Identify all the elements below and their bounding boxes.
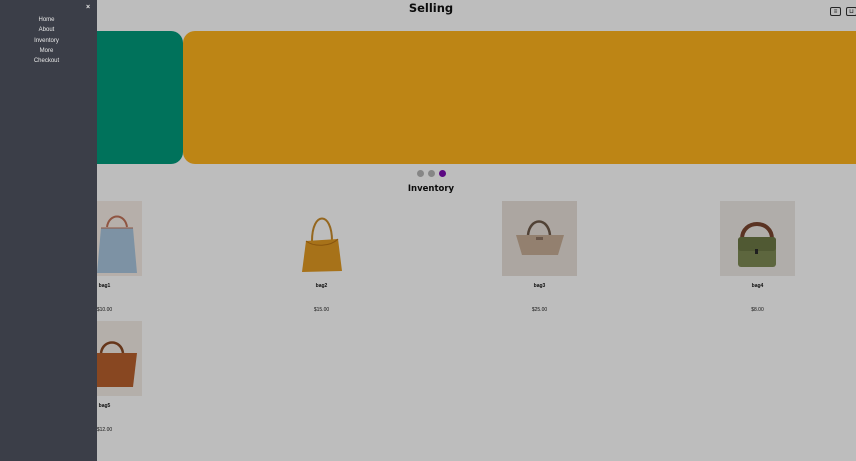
nav-item-inventory[interactable]: Inventory xyxy=(0,36,93,46)
nav-item-home[interactable]: Home xyxy=(0,15,93,25)
backdrop-overlay[interactable] xyxy=(0,0,856,461)
nav-item-about[interactable]: About xyxy=(0,25,93,35)
close-icon[interactable]: × xyxy=(86,4,90,11)
nav-item-more[interactable]: More xyxy=(0,46,93,56)
nav-list: Home About Inventory More Checkout xyxy=(0,15,93,66)
nav-item-checkout[interactable]: Checkout xyxy=(0,56,93,66)
side-navigation: × Home About Inventory More Checkout xyxy=(0,0,97,461)
